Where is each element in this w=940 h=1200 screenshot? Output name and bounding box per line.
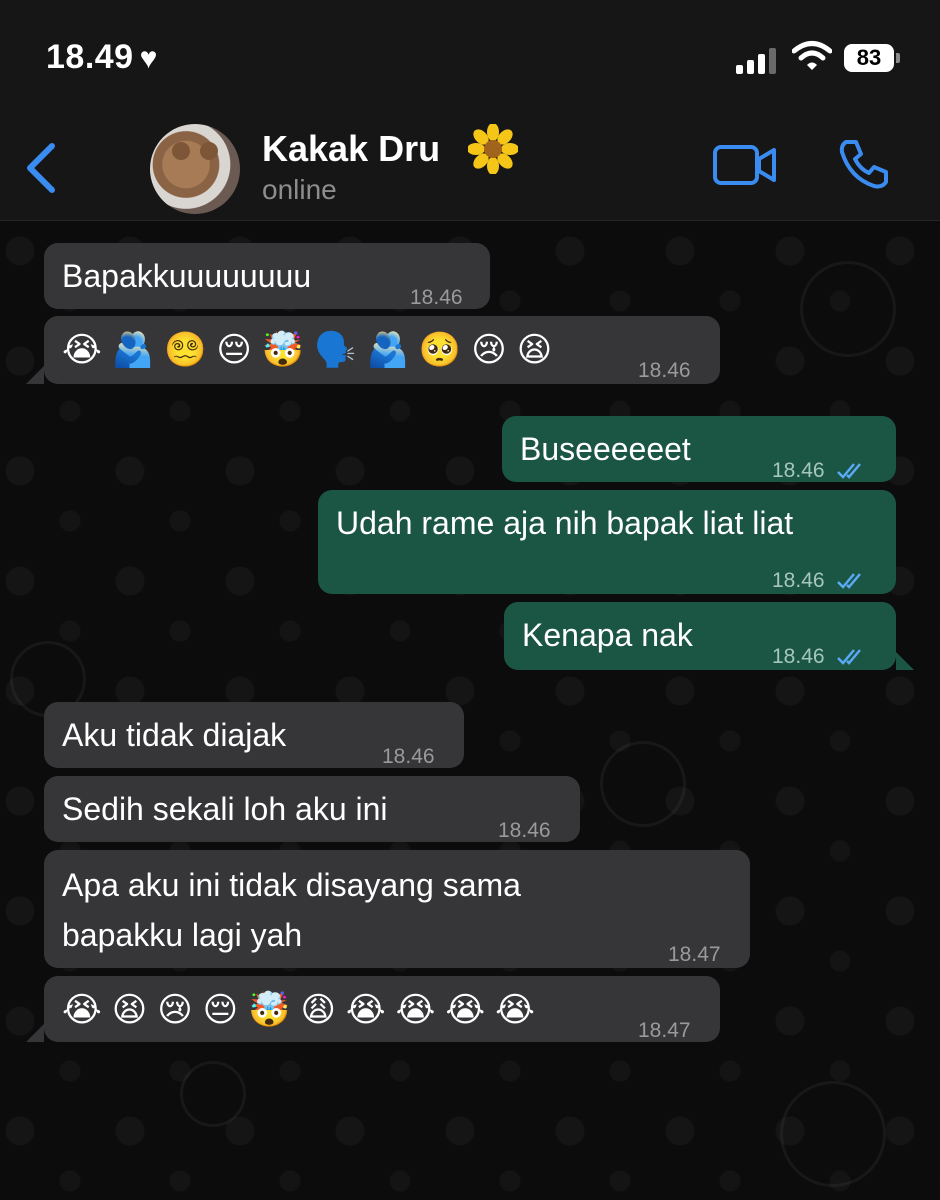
message-bubble-incoming[interactable]: 😭 😫 😢 😔 🤯 😩 😭 😭 😭 😭 18.47 [44, 976, 720, 1042]
battery-tip [896, 53, 900, 63]
status-bar: 18.49 ♥ 83 [0, 0, 940, 110]
message-time: 18.46 [772, 645, 825, 668]
contact-status: online [262, 174, 337, 205]
pleading-face-icon: 🥺 [418, 331, 462, 369]
loudly-crying-face-icon: 😭 [345, 991, 386, 1029]
wallpaper-doodle [600, 741, 686, 827]
weary-face-icon: 😩 [300, 991, 336, 1029]
pensive-face-icon: 😔 [216, 331, 252, 369]
exploding-head-icon: 🤯 [248, 991, 291, 1029]
wallpaper-doodle [800, 261, 896, 357]
speaking-head-icon: 🗣️ [314, 331, 357, 369]
chat-header: Kakak Dru online [0, 110, 940, 221]
clock-text: 18.49 [46, 38, 134, 76]
signal-bar [736, 65, 743, 74]
message-bubble-incoming[interactable]: 😭 🫂 😵‍💫 😔 🤯 🗣️ 🫂 🥺 😢 😫 18.46 [44, 316, 720, 384]
message-text: Bapakkuuuuuuuu [62, 258, 312, 294]
message-text-line: Apa aku ini tidak disayang sama [62, 867, 521, 903]
signal-bar [747, 60, 754, 74]
pensive-face-icon: 😔 [202, 991, 239, 1029]
message-meta: 18.46 [772, 446, 868, 496]
message-text-line: bapakku lagi yah [62, 917, 303, 953]
loudly-crying-face-icon: 😭 [495, 991, 535, 1029]
sunflower-icon [468, 124, 518, 174]
message-bubble-outgoing[interactable]: Udah rame aja nih bapak liat liat 18.46 [318, 490, 896, 594]
people-hugging-icon: 🫂 [111, 331, 155, 369]
avatar-ear [172, 142, 190, 160]
message-bubble-outgoing[interactable]: Buseeeeeet 18.46 [502, 416, 896, 482]
crying-face-icon: 😢 [157, 991, 193, 1029]
wallpaper-doodle [780, 1081, 886, 1187]
avatar[interactable] [150, 124, 240, 214]
message-time: 18.47 [668, 943, 721, 966]
wifi-icon [792, 41, 832, 70]
message-text: Sedih sekali loh aku ini [62, 791, 388, 827]
video-call-icon[interactable] [712, 142, 778, 188]
read-receipt-icon [837, 573, 862, 589]
tired-face-icon: 😫 [111, 991, 148, 1029]
message-bubble-outgoing[interactable]: Kenapa nak 18.46 [504, 602, 896, 670]
emoji-row: 😭 😫 😢 😔 🤯 😩 😭 😭 😭 😭 [62, 986, 545, 1034]
face-spiral-eyes-icon: 😵‍💫 [164, 331, 207, 369]
message-bubble-incoming[interactable]: Sedih sekali loh aku ini 18.46 [44, 776, 580, 842]
emoji-row: 😭 🫂 😵‍💫 😔 🤯 🗣️ 🫂 🥺 😢 😫 [62, 326, 562, 374]
read-receipt-icon [837, 649, 862, 665]
message-bubble-incoming[interactable]: Bapakkuuuuuuuu 18.46 [44, 243, 490, 309]
status-time: 18.49 ♥ [46, 38, 158, 77]
heart-icon: ♥ [139, 42, 158, 75]
message-time: 18.46 [772, 569, 825, 592]
message-text: Aku tidak diajak [62, 717, 287, 753]
phone-icon[interactable] [836, 136, 892, 192]
battery-level: 83 [856, 45, 882, 70]
wallpaper-doodle [180, 1061, 246, 1127]
message-time: 18.46 [772, 459, 825, 482]
message-time: 18.47 [638, 1019, 691, 1042]
exploding-head-icon: 🤯 [261, 331, 305, 369]
message-time: 18.46 [382, 745, 435, 768]
loudly-crying-face-icon: 😭 [62, 991, 102, 1029]
loudly-crying-face-icon: 😭 [395, 991, 436, 1029]
bubble-tail [896, 652, 914, 670]
message-time: 18.46 [498, 819, 551, 842]
message-bubble-incoming[interactable]: Apa aku ini tidak disayang sama bapakku … [44, 850, 750, 968]
signal-icon [736, 48, 778, 74]
message-meta: 18.46 [772, 556, 868, 606]
message-text: Kenapa nak [522, 617, 693, 653]
back-chevron-icon[interactable] [22, 140, 58, 196]
signal-bar [758, 54, 765, 74]
message-text: Buseeeeeet [520, 431, 691, 467]
crying-face-icon: 😢 [471, 331, 507, 369]
bubble-tail [26, 366, 44, 384]
people-hugging-icon: 🫂 [366, 331, 409, 369]
message-time: 18.46 [638, 359, 691, 382]
tired-face-icon: 😫 [516, 331, 553, 369]
signal-bar [769, 48, 776, 74]
read-receipt-icon [837, 463, 862, 479]
contact-name[interactable]: Kakak Dru [262, 128, 440, 170]
message-text: Udah rame aja nih bapak liat liat [336, 505, 794, 541]
loudly-crying-face-icon: 😭 [62, 331, 102, 369]
message-bubble-incoming[interactable]: Aku tidak diajak 18.46 [44, 702, 464, 768]
battery-icon: 83 [844, 44, 894, 72]
avatar-ear [200, 142, 218, 160]
message-meta: 18.46 [772, 632, 868, 682]
bubble-tail [26, 1024, 44, 1042]
loudly-crying-face-icon: 😭 [445, 991, 486, 1029]
